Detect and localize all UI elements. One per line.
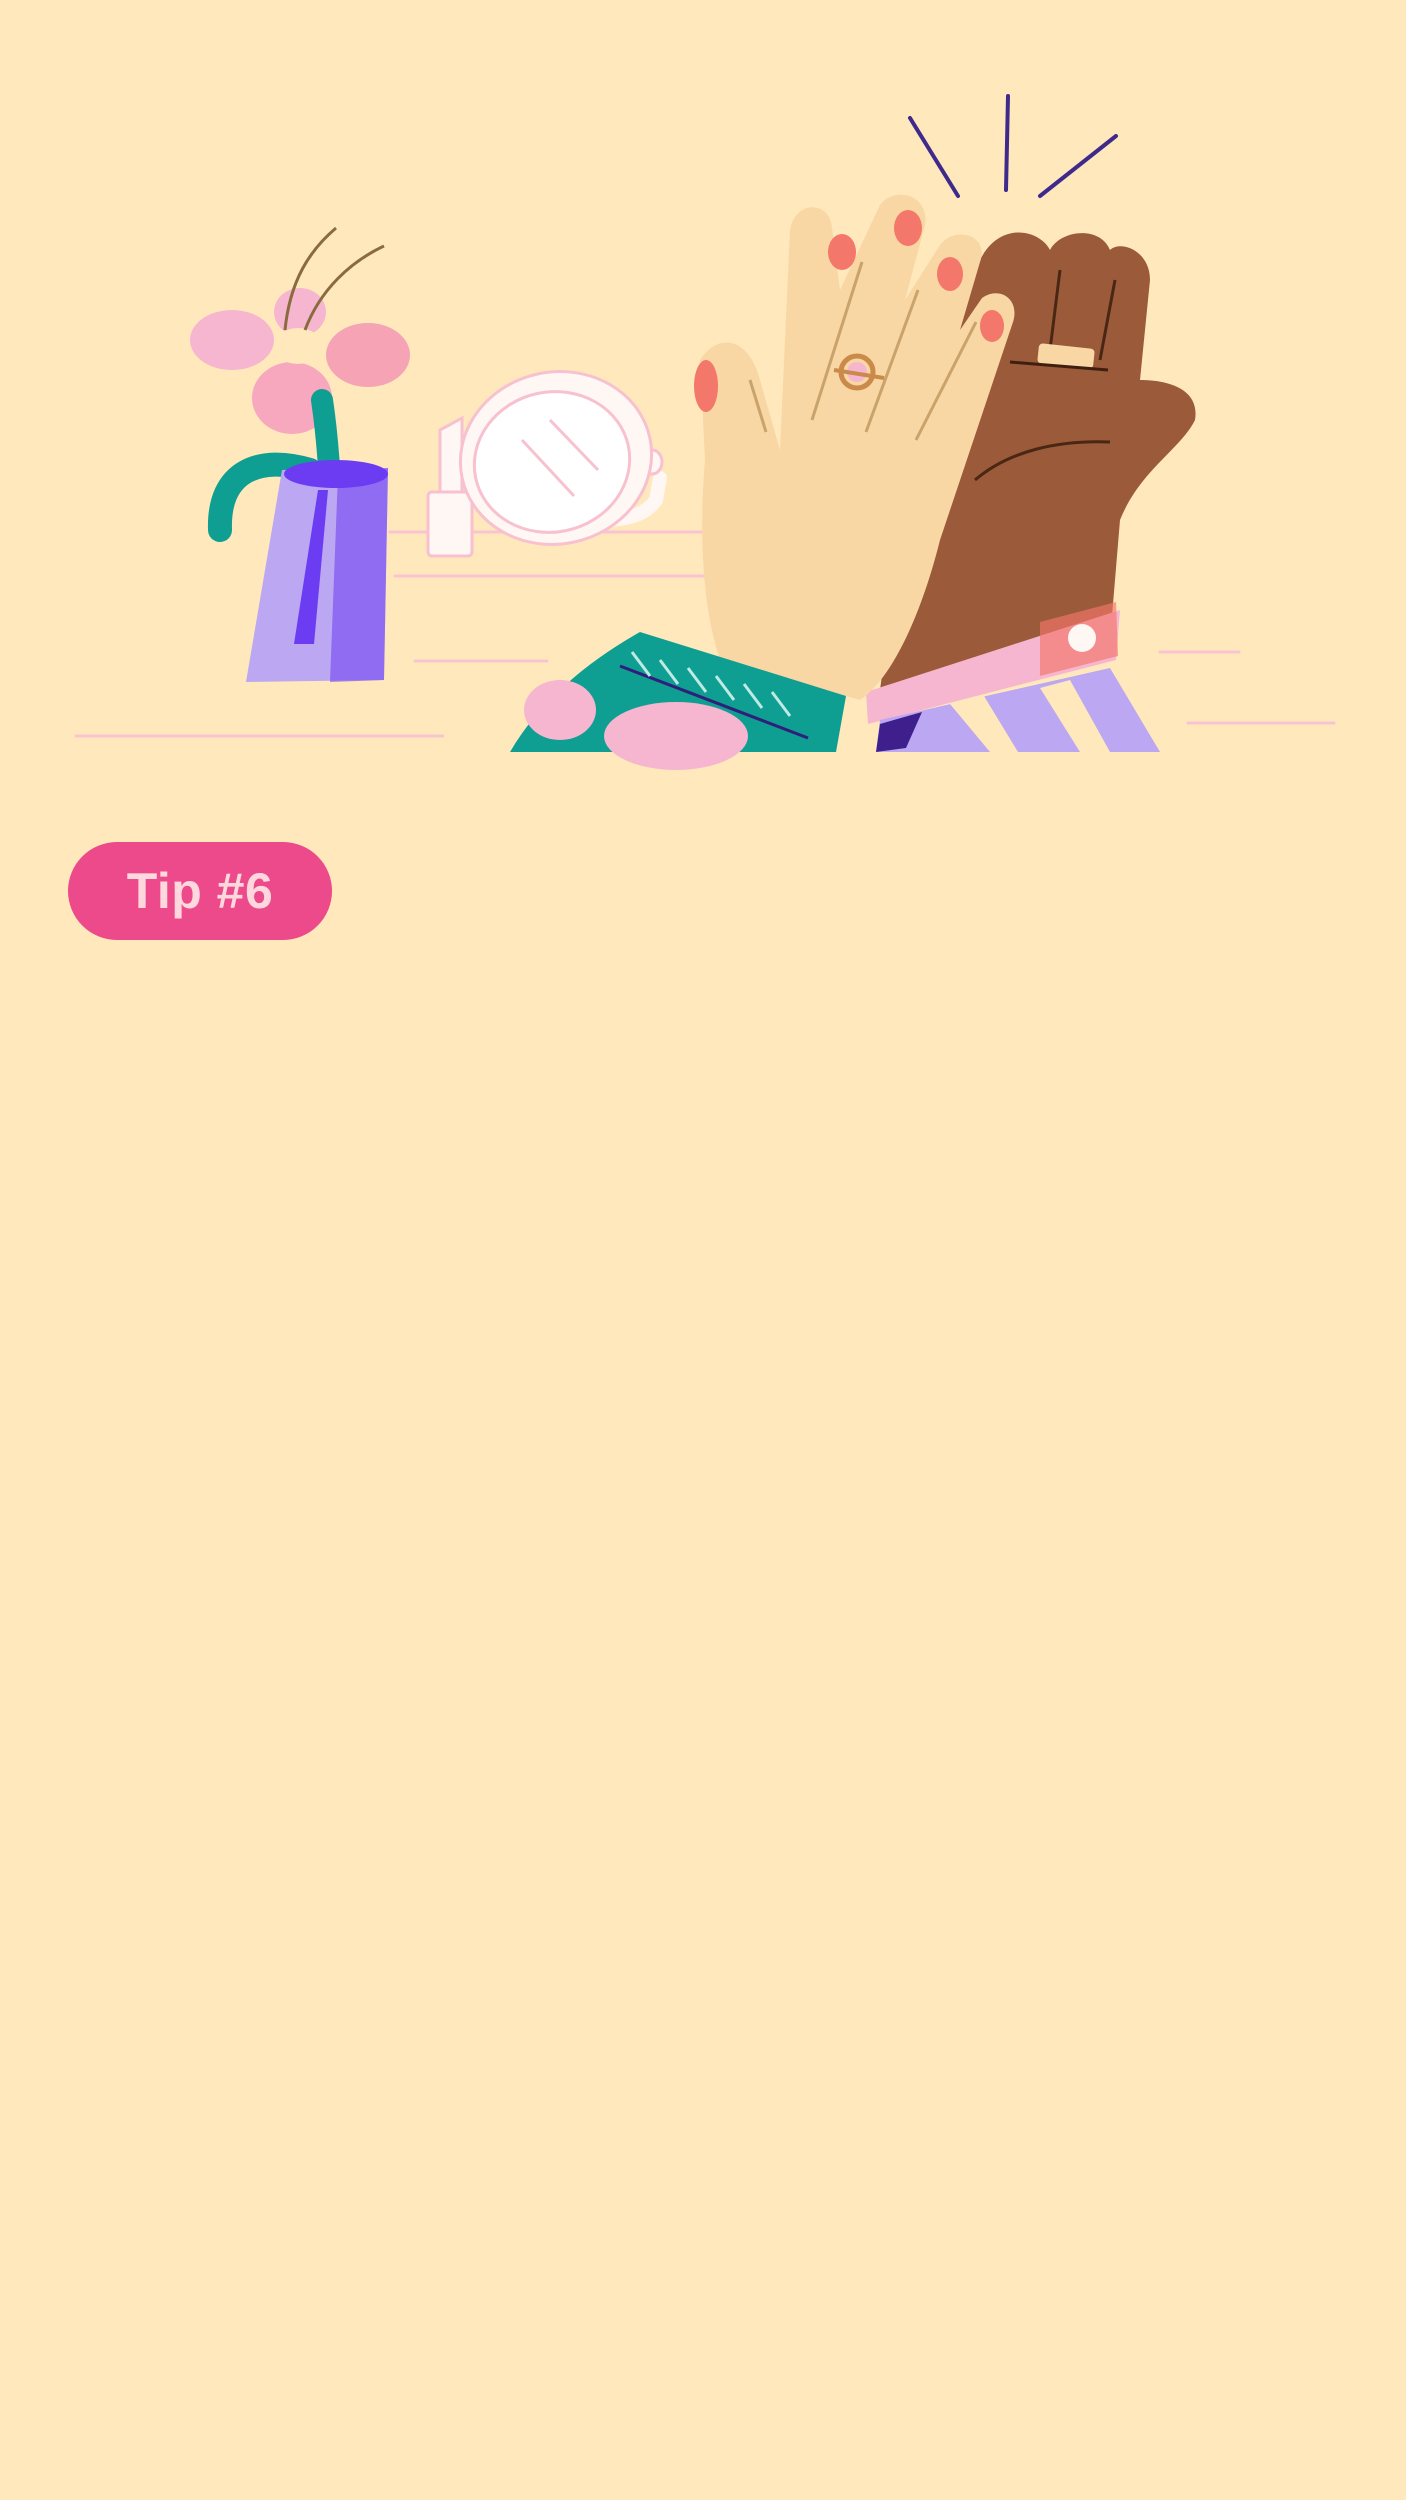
tip-badge: Tip #6 — [68, 842, 332, 940]
hero-illustration — [0, 0, 1406, 780]
flower-vase-icon — [190, 226, 410, 682]
sparkle-lines — [908, 94, 1118, 198]
tip-screen: Tip #6 — [0, 0, 1406, 2500]
